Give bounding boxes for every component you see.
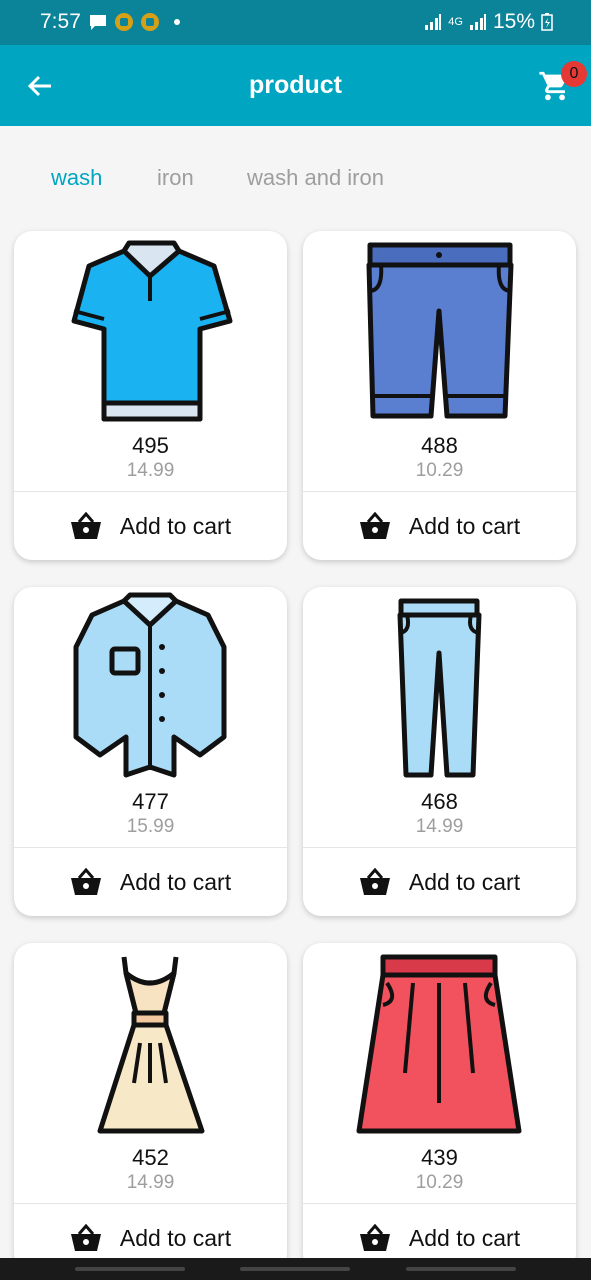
add-to-cart-label: Add to cart xyxy=(408,1224,521,1251)
add-to-cart-label: Add to cart xyxy=(119,512,232,539)
product-image xyxy=(303,943,576,1143)
network-type: 4G xyxy=(448,16,463,28)
battery-percent: 15% xyxy=(492,10,535,33)
product-card[interactable]: 477 15.99 Add to cart xyxy=(14,587,287,916)
status-time: 7:57 xyxy=(40,10,81,33)
shirt-icon xyxy=(73,592,227,778)
product-price: 14.99 xyxy=(415,816,464,837)
app-notification-icon xyxy=(115,13,133,31)
app-bar: product 0 xyxy=(0,45,591,126)
tab-wash-and-iron[interactable]: wash and iron xyxy=(247,165,384,191)
product-name: 495 xyxy=(132,433,169,458)
product-name: 452 xyxy=(132,1145,169,1170)
add-to-cart-button[interactable]: Add to cart xyxy=(303,848,576,916)
product-card[interactable]: 452 14.99 Add to cart xyxy=(14,943,287,1272)
product-name: 468 xyxy=(421,789,458,814)
add-to-cart-button[interactable]: Add to cart xyxy=(303,492,576,560)
battery-icon xyxy=(541,13,553,31)
product-name: 477 xyxy=(132,789,169,814)
add-to-cart-label: Add to cart xyxy=(119,1224,232,1251)
product-image xyxy=(303,231,576,431)
polo-shirt-icon xyxy=(71,240,233,422)
product-image xyxy=(303,587,576,787)
product-price: 14.99 xyxy=(126,1172,175,1193)
app-notification-icon xyxy=(141,13,159,31)
tab-wash[interactable]: wash xyxy=(51,165,102,191)
status-bar: 7:57 4G 15% xyxy=(0,0,591,45)
nav-recents[interactable] xyxy=(75,1267,185,1271)
signal-icon xyxy=(469,14,486,30)
basket-icon xyxy=(70,1224,101,1251)
product-price: 14.99 xyxy=(126,460,175,481)
system-nav-bar xyxy=(0,1258,591,1280)
dress-icon xyxy=(97,956,205,1134)
nav-back[interactable] xyxy=(406,1267,516,1271)
product-card[interactable]: 468 14.99 Add to cart xyxy=(303,587,576,916)
product-card[interactable]: 439 10.29 Add to cart xyxy=(303,943,576,1272)
product-price: 10.29 xyxy=(415,1172,464,1193)
product-image xyxy=(14,231,287,431)
add-to-cart-label: Add to cart xyxy=(408,868,521,895)
notification-icons xyxy=(88,12,180,32)
add-to-cart-button[interactable]: Add to cart xyxy=(14,848,287,916)
product-card[interactable]: 488 10.29 Add to cart xyxy=(303,231,576,560)
skirt-icon xyxy=(356,954,522,1134)
product-name: 439 xyxy=(421,1145,458,1170)
basket-icon xyxy=(70,512,101,539)
basket-icon xyxy=(359,512,390,539)
add-to-cart-label: Add to cart xyxy=(408,512,521,539)
shorts-icon xyxy=(366,242,514,419)
add-to-cart-button[interactable]: Add to cart xyxy=(14,492,287,560)
message-icon xyxy=(90,15,106,30)
add-to-cart-label: Add to cart xyxy=(119,868,232,895)
product-image xyxy=(14,943,287,1143)
signal-icon xyxy=(425,14,442,30)
more-notifications-dot xyxy=(174,19,180,25)
tab-iron[interactable]: iron xyxy=(157,165,194,191)
basket-icon xyxy=(70,868,101,895)
pants-icon xyxy=(397,598,482,778)
nav-home[interactable] xyxy=(240,1267,350,1271)
product-price: 10.29 xyxy=(415,460,464,481)
basket-icon xyxy=(359,868,390,895)
basket-icon xyxy=(359,1224,390,1251)
product-name: 488 xyxy=(421,433,458,458)
category-tabs: wash iron wash and iron xyxy=(0,165,591,197)
product-price: 15.99 xyxy=(126,816,175,837)
product-image xyxy=(14,587,287,787)
page-title: product xyxy=(248,71,343,99)
cart-count-badge: 0 xyxy=(561,61,587,87)
product-card[interactable]: 495 14.99 Add to cart xyxy=(14,231,287,560)
